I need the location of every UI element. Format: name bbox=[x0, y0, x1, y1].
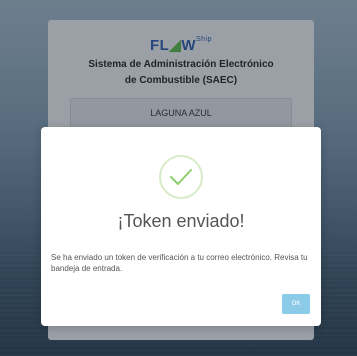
dialog-title: ¡Token enviado! bbox=[117, 211, 245, 231]
token-sent-dialog: ¡Token enviado! Se ha enviado un token d… bbox=[41, 127, 321, 326]
ok-button[interactable]: OK bbox=[282, 294, 310, 314]
success-check-icon bbox=[159, 155, 203, 199]
dialog-message: Se ha enviado un token de verificación a… bbox=[51, 253, 308, 273]
